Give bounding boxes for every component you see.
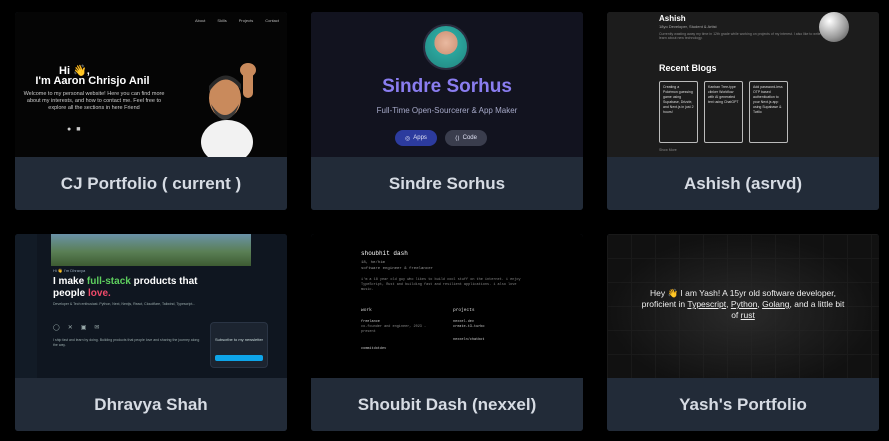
hero-name: Ashish	[659, 14, 686, 23]
heading-text: I make	[53, 276, 87, 287]
social-icons: ◯ ✕ ▣ ✉	[53, 324, 99, 331]
linkedin-icon: ▣	[80, 325, 87, 331]
hero-heading: I make full-stack products that people l…	[53, 276, 213, 300]
linkedin-icon: ■	[76, 126, 81, 133]
blog-list: Creating a Pokémon guessing game using S…	[659, 81, 788, 143]
social-icons: ● ■	[67, 126, 80, 133]
portfolio-card-sindre[interactable]: Sindre Sorhus Full-Time Open-Sourcerer &…	[311, 12, 583, 210]
lang-link: Golang	[762, 299, 790, 309]
hero-meta: 18yo Developer, Student & Artist	[659, 24, 717, 29]
heading-highlight: love.	[88, 288, 111, 299]
hero-name: shoubhit dash	[361, 250, 408, 257]
card-title: Ashish (asrvd)	[607, 157, 879, 210]
nav-item: About	[194, 18, 206, 23]
section-heading: Recent Blogs	[659, 63, 717, 73]
work-desc: co-founder and engineer, 2023 - present	[361, 325, 427, 334]
nav-item: Contact	[265, 18, 279, 23]
portfolio-card-shoubit[interactable]: shoubhit dash 18, he/him software engine…	[311, 234, 583, 431]
hero-handle: Hi 👋 I'm Dhravya	[53, 268, 86, 273]
show-more-link: Show More	[659, 148, 677, 152]
nav-item: Skills	[217, 18, 227, 23]
mail-icon: ✉	[94, 325, 100, 331]
lang-link: Typescript	[687, 299, 727, 309]
hero-text: Hey 👋 I am Yash! A 15yr old software dev…	[637, 288, 849, 321]
memoji-avatar-image	[201, 63, 256, 158]
portfolio-thumbnail: About Skills Projects Contact Hi 👋, I'm …	[15, 12, 287, 158]
hero-subtitle: Full-Time Open-Sourcerer & App Maker	[376, 106, 518, 115]
project-item: create-t3-turbo	[453, 325, 485, 329]
sidebar	[15, 234, 37, 378]
column-heading: projects	[453, 308, 475, 313]
portfolio-thumbnail: Hey 👋 I am Yash! A 15yr old software dev…	[607, 234, 879, 378]
portfolio-thumbnail: Sindre Sorhus Full-Time Open-Sourcerer &…	[311, 12, 583, 158]
hero-stack: Developer & Tech enthusiast. Python, Nex…	[53, 302, 196, 306]
newsletter-title: Subscribe to my newsletter	[214, 337, 264, 342]
hero-paragraph: I ship fast and learn by doing. Building…	[53, 338, 200, 347]
code-button: ⟨⟩ Code	[444, 130, 487, 146]
portfolio-thumbnail: Hi 👋 I'm Dhravya I make full-stack produ…	[15, 234, 287, 378]
card-title: Sindre Sorhus	[311, 157, 583, 210]
profile-photo	[423, 24, 469, 70]
hero-paragraph: i'm a 18 year old guy who likes to build…	[361, 278, 521, 292]
work-item: commitdotdev	[361, 347, 387, 351]
portfolio-card-cj[interactable]: About Skills Projects Contact Hi 👋, I'm …	[15, 12, 287, 210]
hero-buttons: ◎ Apps ⟨⟩ Code	[395, 130, 487, 146]
blog-card: Add password-less OTP based authenticati…	[749, 81, 788, 143]
card-title: Shoubit Dash (nexxel)	[311, 378, 583, 431]
heading-highlight: full-stack	[86, 276, 131, 287]
hero-text-part: ,	[757, 299, 760, 309]
project-item: nexxeln/chatbot	[453, 338, 485, 342]
card-title: CJ Portfolio ( current )	[15, 157, 287, 210]
nav-item: Projects	[238, 18, 254, 23]
projects-column: projects nexxel.dev create-t3-turbo nexx…	[453, 308, 533, 343]
hero-description: Welcome to my personal website! Here you…	[23, 91, 165, 111]
decorative-sphere	[819, 12, 849, 42]
github-icon: ◯	[53, 325, 60, 331]
blog-card: Kanban Tree-type clinker Workflow with A…	[704, 81, 743, 143]
hero-description: Currently wasting away my time in 12th g…	[659, 32, 828, 40]
apps-label: Apps	[413, 135, 427, 141]
portfolio-thumbnail: shoubhit dash 18, he/him software engine…	[311, 234, 583, 378]
blog-card: Creating a Pokémon guessing game using S…	[659, 81, 698, 143]
work-column: work freelance co-founder and engineer, …	[361, 308, 441, 352]
hero-name: I'm Aaron Chrisjo Anil	[35, 75, 150, 87]
lang-link: Python	[730, 299, 758, 309]
hero-meta: 18, he/him software engineer & freelance…	[361, 260, 433, 272]
hero-text-part: ,	[726, 299, 729, 309]
twitter-icon: ✕	[67, 325, 73, 331]
card-title: Yash's Portfolio	[607, 378, 879, 431]
lang-link: rust	[740, 310, 755, 320]
portfolio-card-ashish[interactable]: Ashish 18yo Developer, Student & Artist …	[607, 12, 879, 210]
subscribe-button	[215, 355, 263, 361]
code-icon: ⟨⟩	[454, 135, 460, 142]
portfolio-grid: About Skills Projects Contact Hi 👋, I'm …	[0, 0, 889, 441]
code-label: Code	[462, 135, 477, 141]
banner-image	[51, 234, 251, 266]
apps-button: ◎ Apps	[395, 130, 437, 146]
portfolio-thumbnail: Ashish 18yo Developer, Student & Artist …	[607, 12, 879, 158]
card-title: Dhravya Shah	[15, 378, 287, 431]
column-heading: work	[361, 308, 372, 313]
apps-icon: ◎	[405, 135, 411, 142]
hero-title: Sindre Sorhus	[382, 76, 512, 97]
portfolio-card-yash[interactable]: Hey 👋 I am Yash! A 15yr old software dev…	[607, 234, 879, 431]
hero-meta-line: software engineer & freelancer	[361, 267, 434, 271]
newsletter-box: Subscribe to my newsletter	[210, 322, 268, 368]
thumb-nav: About Skills Projects Contact	[195, 18, 279, 23]
github-icon: ●	[67, 126, 72, 133]
portfolio-card-dhravya[interactable]: Hi 👋 I'm Dhravya I make full-stack produ…	[15, 234, 287, 431]
